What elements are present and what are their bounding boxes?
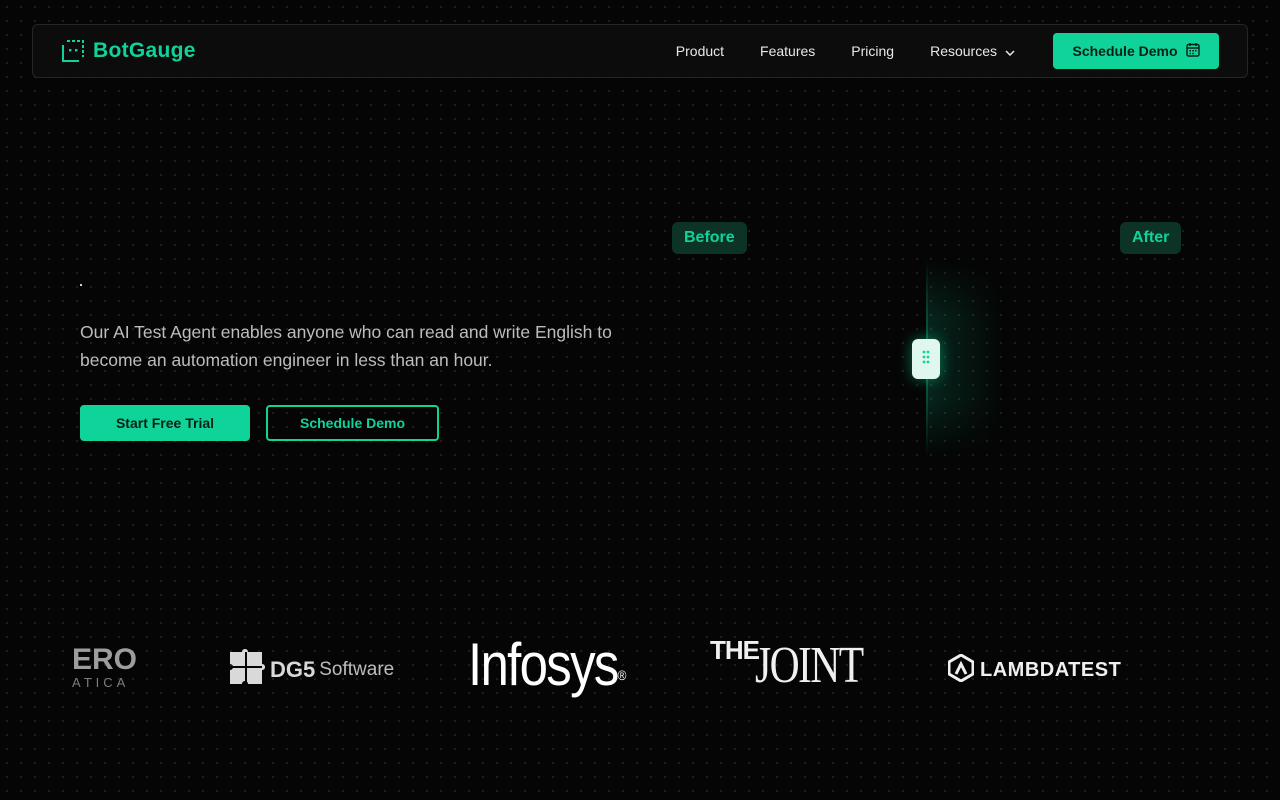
nav-link-features[interactable]: Features [760, 43, 815, 59]
the-joint-logo-the: THE [710, 635, 760, 665]
logo-text: BotGauge [93, 39, 196, 62]
lambdatest-logo: LAMBDATEST [947, 653, 1122, 687]
dg5-logo-suffix: Software [319, 658, 395, 680]
nav-link-product[interactable]: Product [676, 43, 724, 59]
hero-actions: Start Free Trial Schedule Demo [80, 405, 439, 441]
nav-link-resources-label: Resources [930, 43, 997, 59]
lambdatest-logo-text: LAMBDATEST [980, 659, 1122, 681]
zero-logo: ERO ATICA [72, 644, 152, 692]
nav-link-resources[interactable]: Resources [930, 43, 1015, 59]
zero-logo-bottom-text: ATICA [72, 675, 130, 690]
infosys-logo: Infosys® [468, 631, 627, 698]
brand-logo[interactable]: BotGauge [61, 39, 196, 63]
registered-mark-icon: ® [617, 667, 627, 683]
the-joint-logo-name: JOINT [755, 637, 864, 694]
drag-handle-icon [922, 350, 930, 369]
dg5-software-logo: DG5 Software [228, 648, 394, 691]
top-navbar: BotGauge Product Features Pricing Resour… [32, 24, 1248, 78]
chevron-down-icon [1005, 43, 1015, 59]
start-free-trial-button[interactable]: Start Free Trial [80, 405, 250, 441]
the-joint-logo: THE JOINT [710, 636, 889, 700]
client-logo-strip: ERO ATICA DG5 Software Infosys® THE JOIN… [0, 630, 1280, 710]
nav-link-pricing[interactable]: Pricing [851, 43, 894, 59]
zero-logo-top-text: ERO [72, 644, 138, 676]
puzzle-icon [228, 648, 266, 691]
dg5-logo-text: DG5 [270, 656, 316, 682]
after-tag: After [1120, 222, 1182, 254]
hero-schedule-demo-button[interactable]: Schedule Demo [266, 405, 439, 441]
nav-links: Product Features Pricing Resources [676, 43, 1053, 59]
hero-description: Our AI Test Agent enables anyone who can… [80, 322, 612, 370]
calendar-icon [1185, 42, 1200, 60]
nav-schedule-demo-label: Schedule Demo [1072, 43, 1178, 59]
compare-slider-handle[interactable] [912, 339, 940, 379]
nav-schedule-demo-button[interactable]: Schedule Demo [1053, 33, 1219, 69]
before-tag: Before [672, 222, 747, 254]
hero-heading-placeholder [80, 284, 82, 286]
infosys-logo-text: Infosys [468, 631, 619, 698]
botgauge-logo-icon [61, 39, 85, 63]
lambdatest-mark-icon [947, 653, 975, 687]
